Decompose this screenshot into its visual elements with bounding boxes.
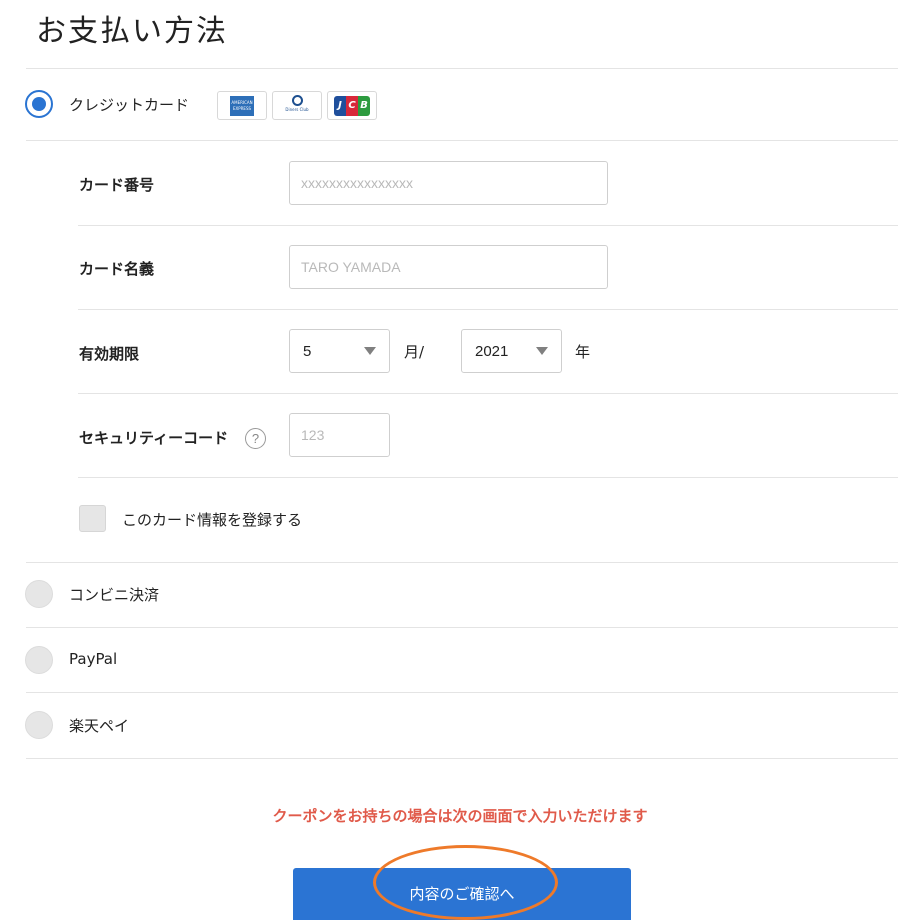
expiry-year-select[interactable]: 2021: [461, 329, 562, 373]
divider: [26, 562, 898, 563]
coupon-note: クーポンをお持ちの場合は次の画面で入力いただけます: [272, 807, 648, 825]
divider: [78, 225, 898, 226]
convenience-store-label[interactable]: コンビニ決済: [69, 584, 159, 605]
convenience-store-radio[interactable]: [25, 580, 53, 608]
divider: [26, 68, 898, 69]
save-card-checkbox[interactable]: [79, 505, 106, 532]
confirm-button-label: 内容のご確認へ: [409, 884, 515, 903]
diners-logo-icon: Diners Club: [272, 91, 322, 120]
card-number-label: カード番号: [79, 176, 155, 194]
amex-logo-mark: AMERICAN EXPRESS: [230, 95, 254, 116]
divider: [78, 393, 898, 394]
divider: [78, 477, 898, 478]
divider: [26, 758, 898, 759]
jcb-logo-icon: JCB: [327, 91, 377, 120]
amex-logo-icon: AMERICAN EXPRESS: [217, 91, 267, 120]
rakuten-pay-radio[interactable]: [25, 711, 53, 739]
paypal-radio[interactable]: [25, 646, 53, 674]
card-holder-label: カード名義: [79, 260, 155, 278]
card-number-input[interactable]: [289, 161, 608, 205]
expiry-month-value: 5: [303, 343, 312, 360]
divider: [26, 627, 898, 628]
expiry-year-value: 2021: [475, 343, 509, 360]
divider: [78, 309, 898, 310]
year-unit: 年: [575, 343, 591, 361]
security-code-label: セキュリティーコード: [79, 429, 229, 447]
question-circle-icon[interactable]: ?: [245, 428, 266, 449]
jcb-logo-mark: JCB: [334, 95, 370, 116]
divider: [26, 692, 898, 693]
chevron-down-icon: [364, 347, 376, 355]
paypal-label[interactable]: PayPal: [69, 650, 117, 668]
page-title: お支払い方法: [36, 14, 228, 49]
radio-dot: [32, 97, 46, 111]
security-code-input[interactable]: [289, 413, 390, 457]
credit-card-radio[interactable]: [25, 90, 53, 118]
expiry-label: 有効期限: [79, 345, 140, 363]
diners-logo-mark: Diners Club: [285, 94, 309, 117]
month-unit: 月/: [404, 343, 425, 361]
expiry-month-select[interactable]: 5: [289, 329, 390, 373]
rakuten-pay-label[interactable]: 楽天ペイ: [69, 715, 129, 736]
card-holder-input[interactable]: [289, 245, 608, 289]
chevron-down-icon: [536, 347, 548, 355]
confirm-button[interactable]: 内容のご確認へ: [293, 868, 631, 920]
save-card-label[interactable]: このカード情報を登録する: [122, 509, 302, 530]
divider: [26, 140, 898, 141]
credit-card-label[interactable]: クレジットカード: [69, 94, 189, 115]
